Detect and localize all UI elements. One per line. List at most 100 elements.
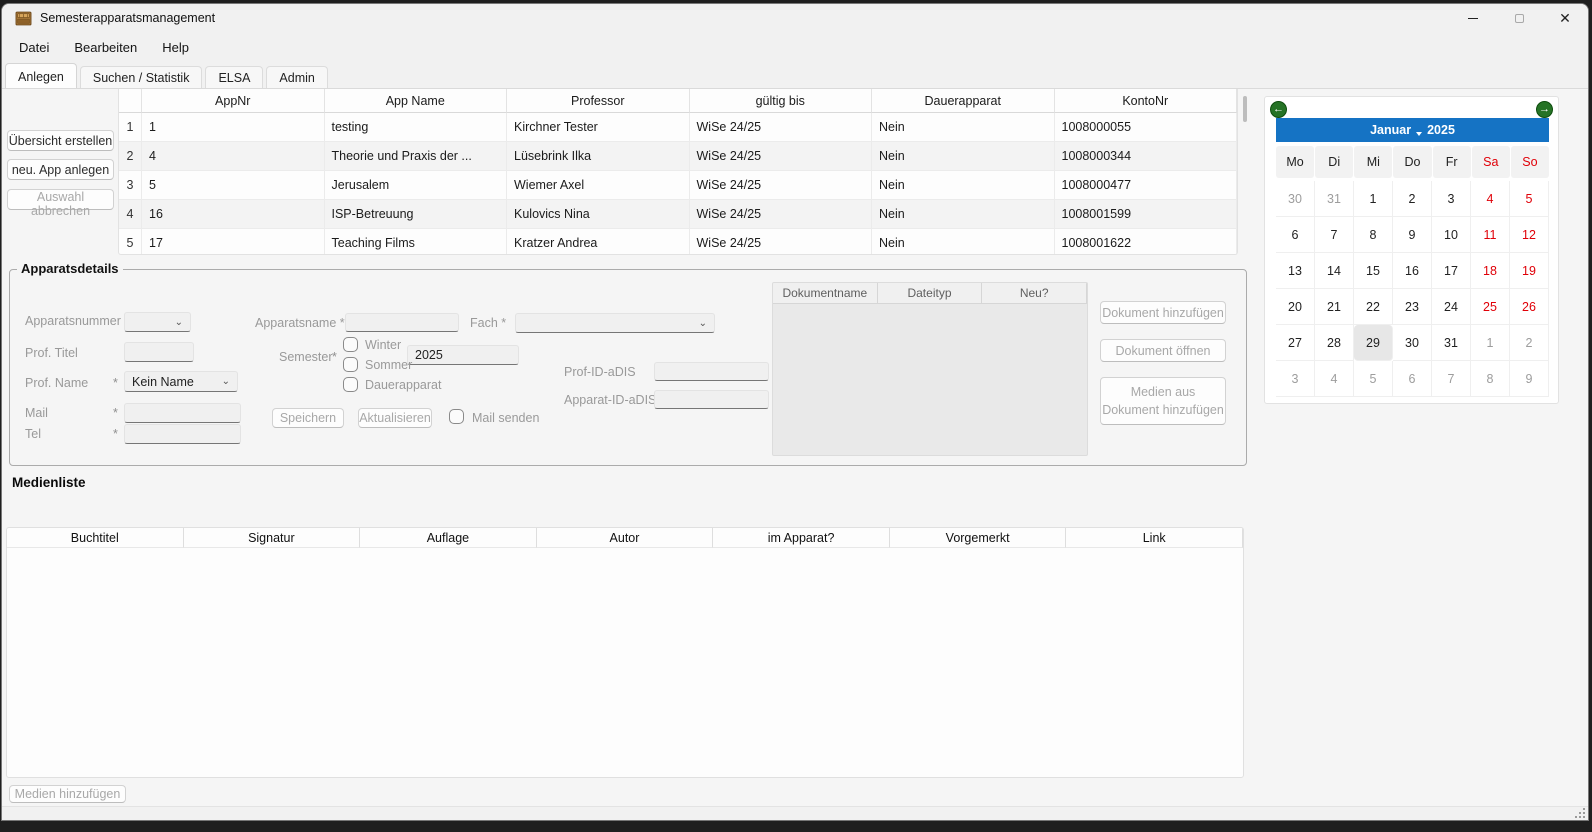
media-column-link[interactable]: Link xyxy=(1066,528,1243,548)
semester-year-input[interactable]: 2025 xyxy=(407,345,519,365)
apparatsnummer-combobox[interactable]: ⌄ xyxy=(124,312,191,332)
calendar-day[interactable]: 4 xyxy=(1315,361,1354,397)
calendar-day[interactable]: 28 xyxy=(1315,325,1354,361)
calendar-day[interactable]: 7 xyxy=(1315,217,1354,253)
menu-item-bearbeiten[interactable]: Bearbeiten xyxy=(65,35,146,60)
dokument-offnen-button[interactable]: Dokument öffnen xyxy=(1100,339,1226,362)
column-header-appnr[interactable]: AppNr xyxy=(142,89,325,113)
calendar-day[interactable]: 20 xyxy=(1276,289,1315,325)
calendar-year[interactable]: 2025 xyxy=(1427,123,1455,137)
calendar-day[interactable]: 25 xyxy=(1471,289,1510,325)
calendar-day[interactable]: 30 xyxy=(1276,181,1315,217)
calendar-day[interactable]: 17 xyxy=(1432,253,1471,289)
close-button[interactable]: ✕ xyxy=(1542,4,1588,32)
prof-name-combobox[interactable]: Kein Name ⌄ xyxy=(124,371,238,392)
media-column-signatur[interactable]: Signatur xyxy=(184,528,361,548)
calendar-day[interactable]: 24 xyxy=(1432,289,1471,325)
calendar-day[interactable]: 8 xyxy=(1471,361,1510,397)
documents-list[interactable]: DokumentnameDateitypNeu? xyxy=(772,282,1088,456)
calendar-day[interactable]: 22 xyxy=(1354,289,1393,325)
tab-elsa[interactable]: ELSA xyxy=(205,66,263,88)
calendar-day[interactable]: 3 xyxy=(1432,181,1471,217)
tab-admin[interactable]: Admin xyxy=(266,66,327,88)
mail-input[interactable] xyxy=(124,403,241,423)
calendar-day[interactable]: 13 xyxy=(1276,253,1315,289)
media-column-autor[interactable]: Autor xyxy=(537,528,714,548)
calendar-day[interactable]: 4 xyxy=(1471,181,1510,217)
table-row[interactable]: 416ISP-BetreuungKulovics NinaWiSe 24/25N… xyxy=(119,200,1237,229)
table-row[interactable]: 35JerusalemWiemer AxelWiSe 24/25Nein1008… xyxy=(119,171,1237,200)
calendar-day[interactable]: 5 xyxy=(1354,361,1393,397)
calendar-day[interactable]: 27 xyxy=(1276,325,1315,361)
media-column-buchtitel[interactable]: Buchtitel xyxy=(7,528,184,548)
tel-input[interactable] xyxy=(124,424,241,444)
column-header-professor[interactable]: Professor xyxy=(507,89,690,113)
calendar-day[interactable]: 15 xyxy=(1354,253,1393,289)
calendar-day[interactable]: 31 xyxy=(1432,325,1471,361)
calendar-day[interactable]: 6 xyxy=(1393,361,1432,397)
calendar-day[interactable]: 3 xyxy=(1276,361,1315,397)
calendar-day[interactable]: 21 xyxy=(1315,289,1354,325)
calendar-month[interactable]: Januar xyxy=(1370,123,1411,137)
media-column-im-apparat[interactable]: im Apparat? xyxy=(713,528,890,548)
calendar-day[interactable]: 11 xyxy=(1471,217,1510,253)
calendar-prev-month-button[interactable]: ← xyxy=(1270,101,1287,118)
calendar-day[interactable]: 14 xyxy=(1315,253,1354,289)
column-header-app-name[interactable]: App Name xyxy=(325,89,508,113)
calendar-day[interactable]: 6 xyxy=(1276,217,1315,253)
media-column-auflage[interactable]: Auflage xyxy=(360,528,537,548)
dokument-hinzufugen-button[interactable]: Dokument hinzufügen xyxy=(1100,301,1226,324)
calendar-day[interactable]: 23 xyxy=(1393,289,1432,325)
media-column-vorgemerkt[interactable]: Vorgemerkt xyxy=(890,528,1067,548)
calendar-day[interactable]: 8 xyxy=(1354,217,1393,253)
apparat-id-adis-input[interactable] xyxy=(654,390,769,409)
minimize-button[interactable] xyxy=(1450,4,1496,32)
prof-titel-input[interactable] xyxy=(124,342,194,362)
column-header-gultig-bis[interactable]: gültig bis xyxy=(690,89,873,113)
semester-radio-sommer[interactable] xyxy=(343,357,358,372)
calendar-next-month-button[interactable]: → xyxy=(1536,101,1553,118)
calendar-day[interactable]: 30 xyxy=(1393,325,1432,361)
calendar-day[interactable]: 9 xyxy=(1393,217,1432,253)
semester-radio-dauerapparat[interactable] xyxy=(343,377,358,392)
calendar-day-today[interactable]: 29 xyxy=(1354,325,1393,361)
semester-radio-winter[interactable] xyxy=(343,337,358,352)
auswahl-abbrechen-button[interactable]: Auswahl abbrechen xyxy=(7,189,114,210)
tab-suchen-statistik[interactable]: Suchen / Statistik xyxy=(80,66,203,88)
scrollbar-thumb[interactable] xyxy=(1243,96,1247,122)
tab-anlegen[interactable]: Anlegen xyxy=(5,63,77,88)
calendar-day[interactable]: 26 xyxy=(1510,289,1549,325)
calendar-day[interactable]: 19 xyxy=(1510,253,1549,289)
apparatsname-input[interactable] xyxy=(345,313,459,332)
aktualisieren-button[interactable]: Aktualisieren xyxy=(358,408,432,428)
calendar-day[interactable]: 1 xyxy=(1354,181,1393,217)
calendar-day[interactable]: 2 xyxy=(1510,325,1549,361)
ubersicht-erstellen-button[interactable]: Übersicht erstellen xyxy=(7,130,114,151)
resize-grip-icon[interactable] xyxy=(1583,816,1585,818)
table-row[interactable]: 11testingKirchner TesterWiSe 24/25Nein10… xyxy=(119,113,1237,142)
column-header-kontonr[interactable]: KontoNr xyxy=(1055,89,1238,113)
medien-aus-dokument-hinzufugen-button[interactable]: Medien aus Dokument hinzufügen xyxy=(1100,377,1226,425)
neu-app-anlegen-button[interactable]: neu. App anlegen xyxy=(7,159,114,180)
calendar-day[interactable]: 9 xyxy=(1510,361,1549,397)
speichern-button[interactable]: Speichern xyxy=(272,408,344,428)
table-row[interactable]: 24Theorie und Praxis der ...Lüsebrink Il… xyxy=(119,142,1237,171)
maximize-button[interactable] xyxy=(1496,4,1542,32)
calendar-day[interactable]: 7 xyxy=(1432,361,1471,397)
menu-item-help[interactable]: Help xyxy=(153,35,198,60)
calendar-day[interactable]: 5 xyxy=(1510,181,1549,217)
menu-item-datei[interactable]: Datei xyxy=(10,35,58,60)
calendar-day[interactable]: 31 xyxy=(1315,181,1354,217)
column-header-dauerapparat[interactable]: Dauerapparat xyxy=(872,89,1055,113)
calendar-day[interactable]: 18 xyxy=(1471,253,1510,289)
calendar-day[interactable]: 2 xyxy=(1393,181,1432,217)
prof-id-adis-input[interactable] xyxy=(654,362,769,381)
calendar-day[interactable]: 12 xyxy=(1510,217,1549,253)
mail-senden-checkbox[interactable] xyxy=(449,409,464,424)
fach-combobox[interactable]: ⌄ xyxy=(515,313,715,333)
calendar-day[interactable]: 1 xyxy=(1471,325,1510,361)
apps-table-scrollbar[interactable] xyxy=(1241,91,1250,251)
table-row[interactable]: 517Teaching FilmsKratzer AndreaWiSe 24/2… xyxy=(119,229,1237,255)
calendar-day[interactable]: 16 xyxy=(1393,253,1432,289)
calendar-day[interactable]: 10 xyxy=(1432,217,1471,253)
